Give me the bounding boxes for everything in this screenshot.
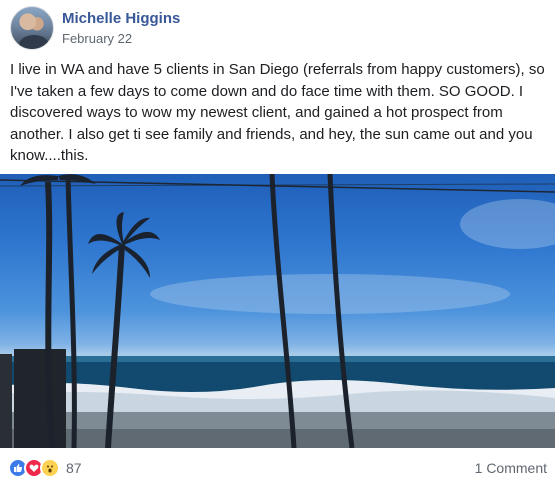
cloud <box>460 199 555 249</box>
foreground-post <box>0 354 12 448</box>
beach-photo-illustration <box>0 174 555 448</box>
palm-trunk <box>45 181 55 448</box>
reactions-summary[interactable]: 87 <box>8 458 82 478</box>
ocean-horizon <box>0 356 555 362</box>
author-avatar[interactable] <box>10 6 54 50</box>
post-photo[interactable] <box>0 174 555 448</box>
cloud <box>150 274 510 314</box>
post-meta: Michelle Higgins February 22 <box>62 9 180 48</box>
author-name[interactable]: Michelle Higgins <box>62 9 180 28</box>
reaction-count[interactable]: 87 <box>66 460 82 476</box>
foreground-post <box>14 349 66 448</box>
post-message: I live in WA and have 5 clients in San D… <box>10 61 545 164</box>
post-date[interactable]: February 22 <box>62 30 180 48</box>
post-header: Michelle Higgins February 22 <box>10 6 180 50</box>
comment-count-link[interactable]: 1 Comment <box>475 460 547 476</box>
palm-fronds <box>20 174 160 278</box>
post-footer: 87 1 Comment <box>8 455 547 481</box>
wow-icon <box>40 458 60 478</box>
beach-sand <box>0 429 555 448</box>
facebook-post: Michelle Higgins February 22 I live in W… <box>0 0 555 488</box>
